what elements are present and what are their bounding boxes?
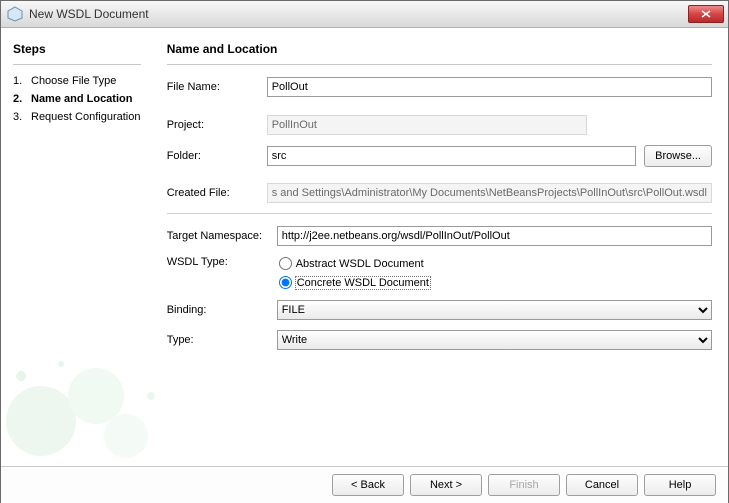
window-title: New WSDL Document — [29, 7, 688, 21]
panel-heading: Name and Location — [167, 42, 712, 56]
project-label: Project: — [167, 119, 267, 131]
radio-abstract-input[interactable] — [279, 257, 292, 270]
folder-input[interactable] — [267, 146, 636, 166]
content-area: Steps 1.Choose File Type 2.Name and Loca… — [1, 28, 728, 466]
radio-concrete-input[interactable] — [279, 276, 292, 289]
wsdl-type-label: WSDL Type: — [167, 256, 277, 268]
file-name-input[interactable] — [267, 77, 712, 97]
binding-label: Binding: — [167, 304, 277, 316]
steps-heading: Steps — [13, 42, 141, 56]
step-label: Name and Location — [31, 93, 132, 105]
binding-select[interactable]: FILE — [277, 300, 712, 320]
folder-row: Folder: Browse... — [167, 145, 712, 167]
created-file-value: s and Settings\Administrator\My Document… — [267, 183, 712, 203]
radio-abstract-label: Abstract WSDL Document — [296, 258, 424, 270]
radio-concrete-label: Concrete WSDL Document — [296, 277, 430, 289]
steps-list: 1.Choose File Type 2.Name and Location 3… — [13, 75, 141, 123]
main-panel: Name and Location File Name: Project: Po… — [153, 28, 728, 466]
step-label: Choose File Type — [31, 75, 116, 87]
file-name-row: File Name: — [167, 77, 712, 97]
steps-sidebar: Steps 1.Choose File Type 2.Name and Loca… — [1, 28, 153, 466]
wizard-window: New WSDL Document Steps 1.Choose File Ty… — [0, 0, 729, 503]
created-file-label: Created File: — [167, 187, 267, 199]
step-name-and-location: 2.Name and Location — [13, 93, 141, 105]
step-request-configuration: 3.Request Configuration — [13, 111, 141, 123]
wsdl-type-row: WSDL Type: Abstract WSDL Document Concre… — [167, 256, 712, 290]
close-button[interactable] — [688, 5, 724, 23]
close-icon — [701, 10, 711, 18]
project-value: PollInOut — [267, 115, 587, 135]
file-name-label: File Name: — [167, 81, 267, 93]
type-row: Type: Write — [167, 330, 712, 350]
finish-button[interactable]: Finish — [488, 474, 560, 496]
type-label: Type: — [167, 334, 277, 346]
project-row: Project: PollInOut — [167, 115, 712, 135]
back-button[interactable]: < Back — [332, 474, 404, 496]
browse-button[interactable]: Browse... — [644, 145, 712, 167]
type-select[interactable]: Write — [277, 330, 712, 350]
cancel-button[interactable]: Cancel — [566, 474, 638, 496]
divider — [13, 64, 141, 65]
target-ns-row: Target Namespace: — [167, 226, 712, 246]
binding-row: Binding: FILE — [167, 300, 712, 320]
help-button[interactable]: Help — [644, 474, 716, 496]
app-icon — [7, 6, 23, 22]
next-button[interactable]: Next > — [410, 474, 482, 496]
step-label: Request Configuration — [31, 111, 140, 123]
radio-abstract[interactable]: Abstract WSDL Document — [277, 256, 712, 271]
target-ns-label: Target Namespace: — [167, 230, 277, 242]
titlebar: New WSDL Document — [1, 1, 728, 28]
button-bar: < Back Next > Finish Cancel Help — [1, 466, 728, 503]
target-ns-input[interactable] — [277, 226, 712, 246]
divider — [167, 213, 712, 214]
created-file-row: Created File: s and Settings\Administrat… — [167, 183, 712, 203]
divider — [167, 64, 712, 65]
folder-label: Folder: — [167, 150, 267, 162]
radio-concrete[interactable]: Concrete WSDL Document — [277, 275, 712, 290]
step-choose-file-type: 1.Choose File Type — [13, 75, 141, 87]
